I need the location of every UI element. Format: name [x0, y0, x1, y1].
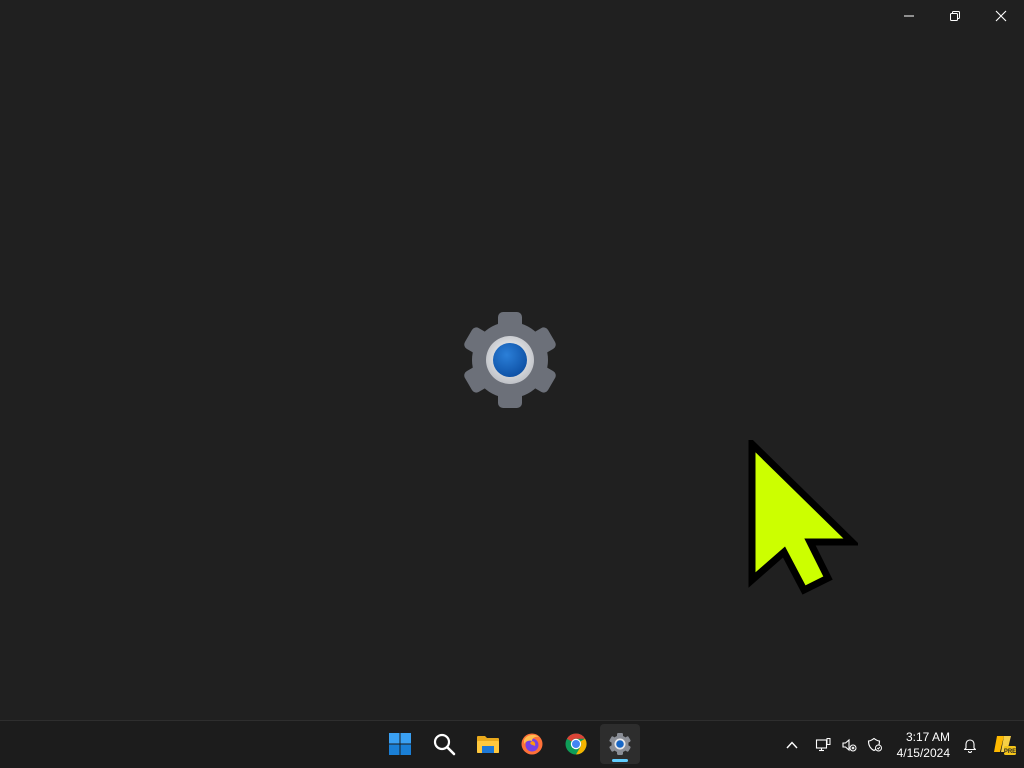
close-button[interactable]: [978, 0, 1024, 32]
active-app-indicator: [612, 759, 628, 762]
taskbar: 3:17 AM 4/15/2024 PRE: [0, 720, 1024, 768]
chrome-button[interactable]: [556, 724, 596, 764]
firefox-button[interactable]: [512, 724, 552, 764]
svg-text:PRE: PRE: [1004, 749, 1016, 755]
chevron-up-icon: [786, 740, 798, 748]
restore-button[interactable]: [932, 0, 978, 32]
quick-settings-button[interactable]: [805, 725, 891, 765]
start-button[interactable]: [380, 724, 420, 764]
notifications-button[interactable]: [956, 725, 984, 765]
chrome-icon: [565, 733, 587, 755]
search-button[interactable]: [424, 724, 464, 764]
pointer-cursor-icon: [748, 435, 861, 595]
settings-splash: [460, 312, 560, 408]
security-icon: [867, 737, 882, 751]
network-icon: [815, 737, 831, 751]
close-icon: [995, 10, 1007, 22]
taskbar-apps: [380, 724, 640, 764]
settings-gear-icon: [609, 733, 631, 755]
clock-time: 3:17 AM: [905, 729, 950, 744]
windows-logo-icon: [389, 733, 411, 755]
window-caption-controls: [886, 0, 1024, 32]
clock-button[interactable]: 3:17 AM 4/15/2024: [891, 729, 956, 761]
search-icon: [433, 733, 456, 756]
copilot-pre-icon: PRE: [994, 735, 1016, 755]
folder-icon: [477, 736, 499, 753]
file-explorer-button[interactable]: [468, 724, 508, 764]
restore-icon: [950, 11, 960, 21]
copilot-button[interactable]: PRE: [984, 725, 1024, 765]
minimize-button[interactable]: [886, 0, 932, 32]
bell-icon: [963, 738, 977, 753]
system-tray: 3:17 AM 4/15/2024 PRE: [779, 721, 1024, 768]
show-hidden-icons-button[interactable]: [779, 725, 805, 765]
firefox-icon: [521, 733, 543, 755]
settings-gear-icon: [464, 312, 556, 408]
minimize-icon: [904, 15, 914, 17]
volume-muted-icon: [842, 738, 857, 751]
clock-date: 4/15/2024: [896, 745, 950, 760]
mouse-cursor: [748, 435, 861, 595]
settings-taskbar-button[interactable]: [600, 724, 640, 764]
